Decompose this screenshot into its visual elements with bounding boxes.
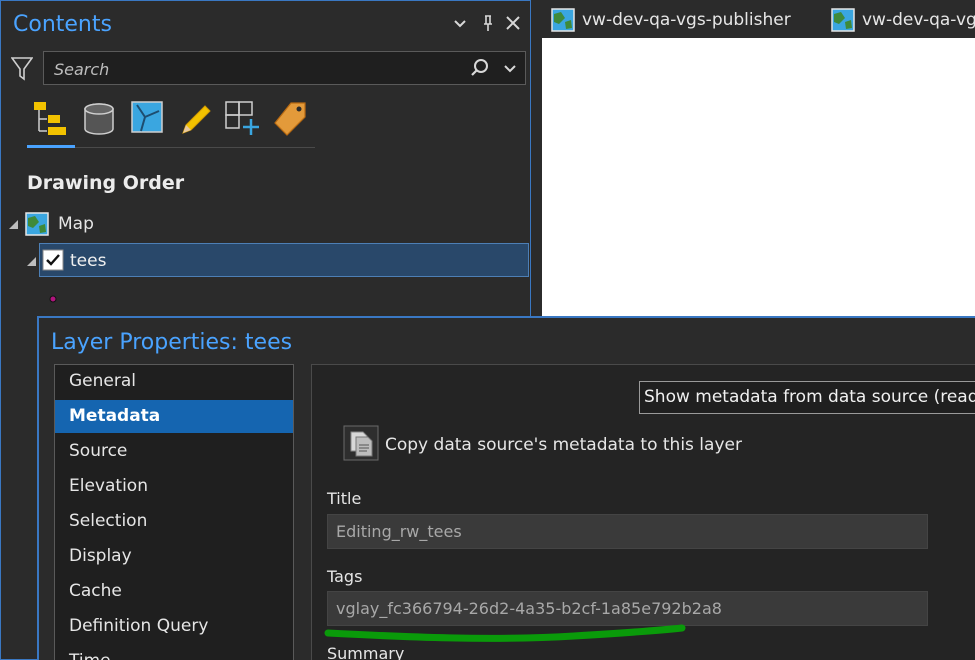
nav-item-display[interactable]: Display <box>55 540 293 573</box>
chevron-down-icon[interactable] <box>453 13 467 38</box>
search-icon[interactable] <box>470 58 490 82</box>
nav-item-definition-query[interactable]: Definition Query <box>55 610 293 643</box>
properties-nav-list: General Metadata Source Elevation Select… <box>54 364 294 660</box>
list-by-editing-icon[interactable] <box>179 101 213 141</box>
nav-item-source[interactable]: Source <box>55 435 293 468</box>
layer-label: tees <box>70 251 107 271</box>
map-view[interactable] <box>542 38 975 320</box>
map-icon <box>25 212 49 240</box>
tree-item-layer-tees[interactable]: tees <box>39 243 529 277</box>
filter-icon[interactable] <box>10 56 34 86</box>
point-symbol-icon <box>48 289 58 308</box>
dialog-title: Layer Properties: tees <box>51 330 293 355</box>
search-box <box>43 51 526 85</box>
title-field[interactable]: Editing_rw_tees <box>327 514 928 549</box>
copy-metadata-label[interactable]: Copy data source's metadata to this laye… <box>385 435 742 455</box>
map-tab-icon <box>831 8 855 36</box>
layer-visibility-checkbox[interactable] <box>42 249 64 275</box>
nav-item-general[interactable]: General <box>55 365 293 398</box>
nav-item-selection[interactable]: Selection <box>55 505 293 538</box>
metadata-panel: Show metadata from data source (read-onl… <box>311 364 975 660</box>
title-field-label: Title <box>327 489 362 508</box>
list-by-labeling-icon[interactable] <box>273 101 309 141</box>
close-icon[interactable] <box>504 13 522 38</box>
summary-field-label: Summary <box>327 644 405 660</box>
section-title: Drawing Order <box>27 172 185 194</box>
pane-title: Contents <box>13 12 112 37</box>
metadata-source-select[interactable]: Show metadata from data source (read-onl… <box>639 381 975 414</box>
nav-item-cache[interactable]: Cache <box>55 575 293 608</box>
nav-item-metadata[interactable]: Metadata <box>55 400 293 433</box>
tree-item-map[interactable]: Map <box>58 214 94 234</box>
nav-item-elevation[interactable]: Elevation <box>55 470 293 503</box>
chevron-down-icon[interactable] <box>503 60 517 82</box>
pin-icon[interactable] <box>481 13 495 38</box>
tags-field-label: Tags <box>327 567 363 586</box>
expand-caret-icon[interactable] <box>26 253 38 272</box>
list-by-selection-icon[interactable] <box>131 101 165 141</box>
copy-metadata-icon[interactable] <box>343 425 379 461</box>
expand-caret-icon[interactable] <box>8 216 20 235</box>
nav-item-time[interactable]: Time <box>55 645 293 660</box>
map-tab-icon <box>551 8 575 36</box>
green-underline-annotation <box>324 624 686 642</box>
search-input[interactable] <box>52 57 466 81</box>
list-by-drawing-order-icon[interactable] <box>33 101 69 141</box>
map-tab-1[interactable]: vw-dev-qa-vgs-publisher <box>582 10 791 30</box>
map-tab-2[interactable]: vw-dev-qa-vg <box>862 10 975 30</box>
list-by-data-source-icon[interactable] <box>83 101 115 141</box>
list-by-snapping-icon[interactable] <box>225 101 263 141</box>
toolbar-active-indicator <box>27 145 75 148</box>
layer-properties-dialog: Layer Properties: tees General Metadata … <box>37 316 975 660</box>
